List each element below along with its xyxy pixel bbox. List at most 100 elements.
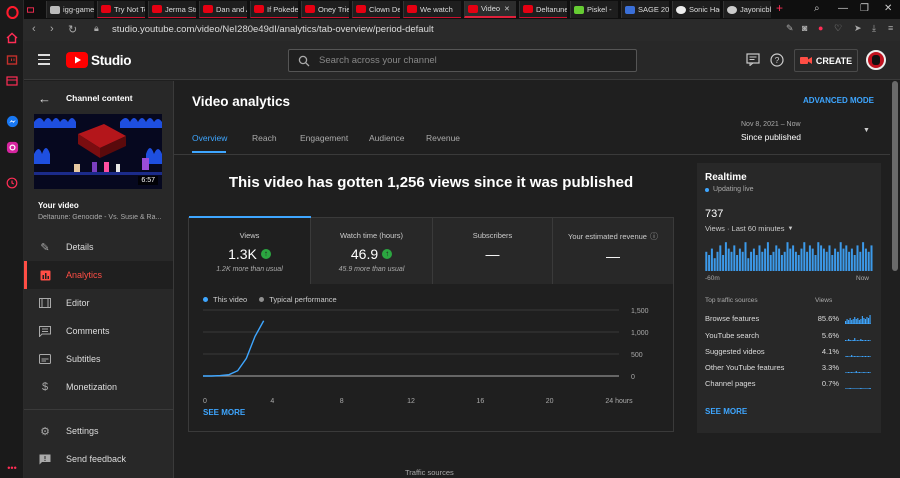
menu-icon[interactable]: ≡ [888, 23, 893, 33]
back-arrow-icon[interactable]: ← [38, 91, 51, 106]
source-name: Suggested videos [705, 347, 765, 356]
instagram-icon[interactable] [4, 139, 20, 155]
youtube-logo-icon [66, 52, 88, 68]
create-button[interactable]: CREATE [794, 49, 858, 72]
realtime-see-more-link[interactable]: SEE MORE [705, 407, 747, 416]
video-thumbnail[interactable]: 6:57 [34, 114, 162, 189]
tab-7[interactable]: We watch [403, 1, 461, 18]
more-icon[interactable]: ••• [4, 460, 20, 476]
tab-10[interactable]: Piskel - [570, 1, 618, 18]
tab-9[interactable]: Deltarune [519, 1, 567, 18]
realtime-bar-chart[interactable] [705, 239, 873, 271]
close-tab-icon[interactable]: ✕ [504, 5, 510, 13]
metric-revenue[interactable]: Your estimated revenue ⓘ — [553, 218, 673, 284]
realtime-period-selector[interactable]: Views · Last 60 minutes ▼ [705, 224, 793, 233]
youtube-favicon-icon [254, 5, 264, 13]
metrics-card: Views 1.3K ↑ 1.2K more than usual Watch t… [188, 216, 675, 432]
advanced-mode-link[interactable]: ADVANCED MODE [803, 96, 874, 105]
metric-label: Views [239, 231, 260, 240]
sidebar-item-label: Comments [66, 326, 110, 336]
messages-icon[interactable] [746, 53, 760, 69]
tab-2[interactable]: Jerma Stre [148, 1, 196, 18]
history-icon[interactable] [4, 175, 20, 191]
back-icon[interactable]: ‹ [32, 23, 36, 35]
new-tab-icon[interactable]: + [776, 1, 783, 15]
tab-6[interactable]: Clown De [352, 1, 400, 18]
source-name: YouTube search [705, 331, 760, 340]
your-video-label: Your video [38, 201, 79, 210]
sidebar-item-label: Settings [66, 426, 99, 436]
sparkline-other-features [845, 371, 871, 373]
tab-engagement[interactable]: Engagement [300, 133, 348, 143]
search-input[interactable] [319, 50, 619, 71]
metric-views[interactable]: Views 1.3K ↑ 1.2K more than usual [189, 218, 311, 284]
search-box[interactable] [288, 49, 637, 72]
sidebar-item-analytics[interactable]: Analytics [24, 261, 173, 289]
see-more-link[interactable]: SEE MORE [203, 408, 245, 417]
sidebar-item-details[interactable]: ✎ Details [24, 233, 173, 261]
tab-list-icon[interactable] [4, 73, 20, 89]
sidebar-item-settings[interactable]: ⚙ Settings [24, 417, 173, 445]
messenger-icon[interactable] [4, 113, 20, 129]
tab-5[interactable]: Oney Trie [301, 1, 349, 18]
minimize-icon[interactable]: — [838, 3, 848, 14]
shield-icon[interactable]: ● [818, 23, 823, 33]
sidebar-item-send-feedback[interactable]: Send feedback [24, 445, 173, 473]
realtime-bar [786, 242, 789, 271]
realtime-bar [806, 251, 809, 271]
metric-subscribers[interactable]: Subscribers — [433, 218, 553, 284]
home-icon[interactable] [4, 30, 20, 46]
tab-8[interactable]: Video ✕ [464, 1, 516, 18]
opera-logo-icon[interactable] [4, 4, 20, 20]
close-window-icon[interactable]: ✕ [884, 3, 892, 14]
tab-reach[interactable]: Reach [252, 133, 277, 143]
tab-strip-icon[interactable] [24, 1, 34, 18]
tab-11[interactable]: SAGE 202 [621, 1, 669, 18]
source-pct: 3.3% [821, 363, 839, 372]
sidebar-item-editor[interactable]: Editor [24, 289, 173, 317]
tab-overview[interactable]: Overview [192, 133, 227, 143]
page-scrollbar[interactable] [892, 81, 898, 271]
sidebar-item-monetization[interactable]: $ Monetization [24, 373, 173, 401]
info-icon[interactable]: ⓘ [650, 231, 658, 242]
tab-12[interactable]: Sonic Hac [672, 1, 720, 18]
forward-icon[interactable]: › [50, 23, 54, 35]
youtube-favicon-icon [101, 5, 111, 13]
twitch-icon[interactable] [4, 53, 20, 69]
reload-icon[interactable]: ↻ [68, 23, 77, 36]
hamburger-menu-icon[interactable] [38, 54, 50, 65]
metric-comparison: 45.9 more than usual [338, 266, 405, 273]
source-pct: 5.6% [821, 331, 839, 340]
tab-13[interactable]: Jayonicbl [723, 1, 771, 18]
lock-icon[interactable]: 🔒︎ [94, 23, 99, 34]
send-icon[interactable]: ➤ [854, 23, 862, 34]
avatar[interactable] [866, 50, 886, 70]
address-bar: ‹ › ↻ 🔒︎ studio.youtube.com/video/NeI280… [24, 19, 900, 41]
channel-content-label[interactable]: Channel content [66, 93, 133, 103]
edit-icon[interactable]: ✎ [786, 23, 794, 34]
url-field[interactable]: studio.youtube.com/video/NeI280e49dI/ana… [112, 24, 434, 35]
period-selector[interactable]: Nov 8, 2021 – Now Since published ▼ [741, 121, 871, 145]
sidebar-item-subtitles[interactable]: Subtitles [24, 345, 173, 373]
metric-watch-time[interactable]: Watch time (hours) 46.9 ↑ 45.9 more than … [311, 218, 433, 284]
search-tabs-icon[interactable]: ⌕ [814, 3, 820, 14]
studio-logo[interactable]: Studio [66, 52, 132, 68]
sparkline-bar [855, 319, 857, 324]
tab-revenue[interactable]: Revenue [426, 133, 460, 143]
heart-icon[interactable]: ♡ [834, 23, 842, 34]
tab-3[interactable]: Dan and A [199, 1, 247, 18]
camera-icon[interactable]: ◙ [802, 23, 807, 33]
tab-1[interactable]: Try Not To [97, 1, 145, 18]
sidebar-item-comments[interactable]: Comments [24, 317, 173, 345]
maximize-icon[interactable]: ❐ [860, 3, 869, 14]
tab-4[interactable]: If Pokede [250, 1, 298, 18]
realtime-bar [789, 248, 792, 271]
realtime-bar [738, 248, 741, 271]
tab-audience[interactable]: Audience [369, 133, 404, 143]
sage-favicon-icon [625, 5, 635, 14]
top-sources-label: Top traffic sources [705, 297, 758, 304]
views-chart[interactable]: 0 500 1,000 1,500 0 4 8 12 16 20 24 hours [189, 308, 675, 408]
download-icon[interactable]: ⤓ [872, 23, 876, 34]
tab-0[interactable]: igg-games [46, 1, 94, 18]
help-icon[interactable]: ? [770, 53, 784, 72]
